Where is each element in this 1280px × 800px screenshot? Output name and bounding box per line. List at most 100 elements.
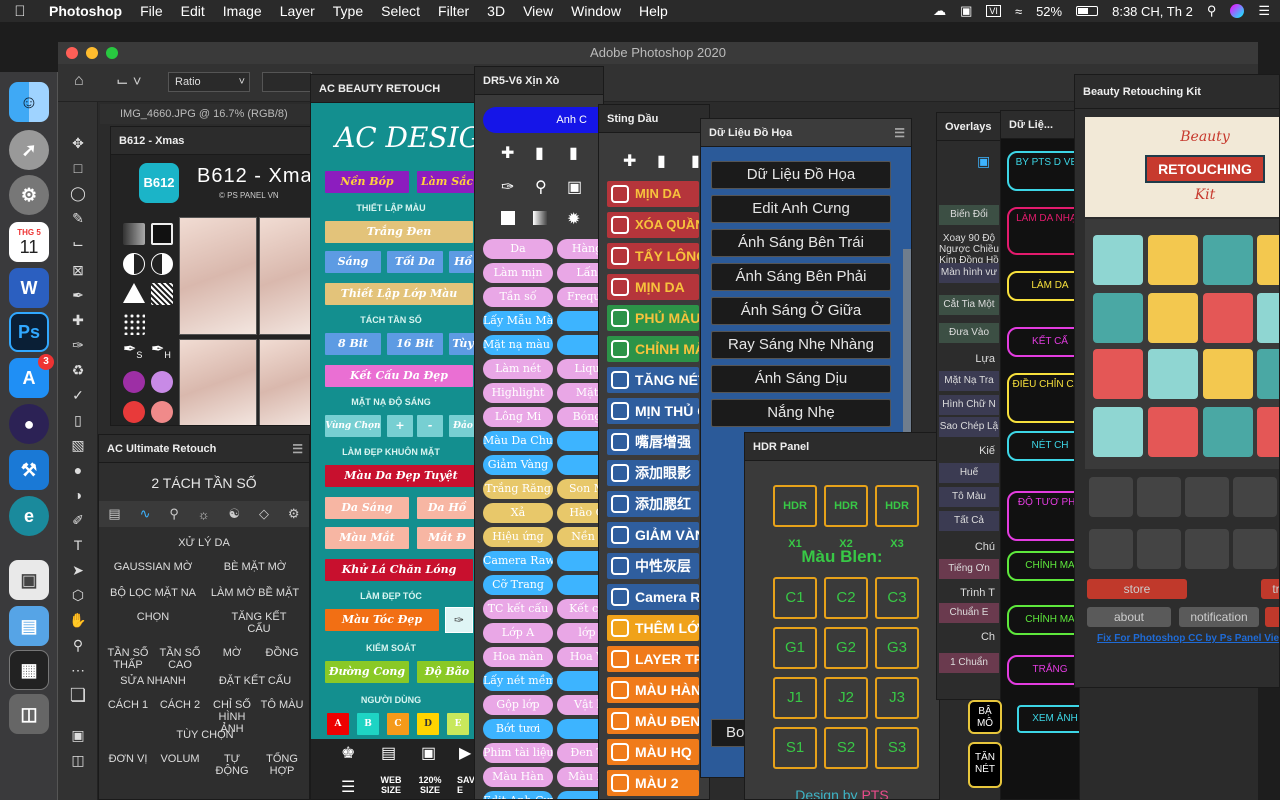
- menu-help[interactable]: Help: [630, 3, 677, 19]
- neon-button[interactable]: TRẮNG: [1007, 655, 1079, 685]
- size-120-button[interactable]: 120% SIZE: [415, 775, 445, 795]
- blend-button[interactable]: S2: [824, 727, 868, 769]
- marquee-tool-icon[interactable]: □: [66, 157, 90, 179]
- minus-button[interactable]: -: [417, 415, 443, 437]
- sting-row-button[interactable]: 嘴唇增强: [607, 429, 699, 455]
- blur-tool-icon[interactable]: ●: [66, 459, 90, 481]
- menu-file[interactable]: File: [131, 3, 172, 19]
- dulieu-button[interactable]: Edit Anh Cưng: [711, 195, 891, 223]
- neon-button[interactable]: NÉT CH: [1007, 431, 1079, 461]
- sting-row-button[interactable]: MỊN DA: [607, 274, 699, 300]
- bandage-2-icon[interactable]: ▮: [569, 143, 578, 163]
- edge-icon[interactable]: e: [9, 496, 49, 536]
- store-button[interactable]: store: [1087, 579, 1187, 599]
- dr5-left-pill[interactable]: Hiệu ứng: [483, 527, 553, 547]
- dr5-left-pill[interactable]: Gộp lớp: [483, 695, 553, 715]
- sync-button[interactable]: ĐỒNG: [257, 647, 307, 659]
- purple-swatch[interactable]: [123, 371, 145, 393]
- spray-icon[interactable]: [1257, 407, 1279, 457]
- dr5-right-pill[interactable]: [557, 671, 603, 691]
- overlay-button[interactable]: 1 Chuẩn: [939, 653, 999, 673]
- dr5-left-pill[interactable]: Màu Hàn: [483, 767, 553, 787]
- kit-bandage-icon[interactable]: [1137, 529, 1181, 569]
- dr5-left-pill[interactable]: Highlight: [483, 383, 553, 403]
- color-c-button[interactable]: C: [387, 713, 409, 735]
- hand-tool-icon[interactable]: ✋: [66, 609, 90, 631]
- color-swatches-icon[interactable]: ❏: [66, 684, 90, 706]
- web-size-button[interactable]: WEB SIZE: [377, 775, 405, 795]
- apple-menu-icon[interactable]: : [0, 3, 40, 20]
- blend-button[interactable]: J3: [875, 677, 919, 719]
- dr5-right-pill[interactable]: Son M: [557, 479, 603, 499]
- finder-icon[interactable]: ☺: [9, 82, 49, 122]
- shield-status-icon[interactable]: ▣: [960, 3, 972, 19]
- toi-da-button[interactable]: Tối Da: [387, 251, 443, 273]
- overlay-button[interactable]: Biến Đổi: [939, 205, 999, 225]
- 16-bit-button[interactable]: 16 Bit: [387, 333, 443, 355]
- compact-powder-icon[interactable]: [1093, 235, 1143, 285]
- dr5-left-pill[interactable]: Xả: [483, 503, 553, 523]
- dr5-right-pill[interactable]: [557, 719, 603, 739]
- dr5-left-pill[interactable]: Giảm Vàng: [483, 455, 553, 475]
- neon-button[interactable]: LÀM DA: [1007, 271, 1079, 301]
- dao-button[interactable]: Đảo: [449, 415, 475, 437]
- blend-button[interactable]: C1: [773, 577, 817, 619]
- preview-photo-1[interactable]: [179, 217, 257, 335]
- blur-button[interactable]: MỜ: [207, 647, 257, 659]
- cream-icon[interactable]: [1257, 293, 1279, 343]
- wifi-icon[interactable]: ≈: [1015, 4, 1022, 19]
- trang-den-button[interactable]: Trắng Đen: [325, 221, 473, 243]
- battery-icon[interactable]: [1076, 6, 1099, 16]
- dr5-right-pill[interactable]: [557, 575, 603, 595]
- blend-button[interactable]: S3: [875, 727, 919, 769]
- sting-row-button[interactable]: 添加眼影: [607, 460, 699, 486]
- colorize-button[interactable]: TÔ MÀU: [257, 699, 307, 711]
- ratio-select[interactable]: Ratio ˅: [168, 72, 250, 92]
- quick-select-tool-icon[interactable]: ✎: [66, 207, 90, 229]
- eyedropper-tool-icon[interactable]: ✒: [66, 284, 90, 306]
- dr5-left-pill[interactable]: Lấy Mẫu Màu: [483, 311, 553, 331]
- creative-cloud-icon[interactable]: ☁: [933, 3, 946, 19]
- spotlight-search-icon[interactable]: ⚲: [1207, 3, 1217, 19]
- more-tools-icon[interactable]: ⋯: [66, 659, 90, 681]
- nail-polish-add-icon[interactable]: [1093, 293, 1143, 343]
- kit-chip-icon[interactable]: [1233, 529, 1277, 569]
- mat-d-button[interactable]: Mắt Đ: [417, 527, 475, 549]
- blend-button[interactable]: S1: [773, 727, 817, 769]
- play-icon[interactable]: ▶: [459, 743, 471, 763]
- dr5-left-pill[interactable]: TC kết cấu: [483, 599, 553, 619]
- da-sang-button[interactable]: Da Sáng: [325, 497, 409, 519]
- dulieu-button[interactable]: Nắng Nhẹ: [711, 399, 891, 427]
- xcode-icon[interactable]: ⚒: [9, 450, 49, 490]
- bandage-2-icon[interactable]: ▮: [691, 151, 700, 171]
- sting-row-button[interactable]: MÀU HQ: [607, 739, 699, 765]
- foundation-icon[interactable]: [1203, 235, 1253, 285]
- brush-icon[interactable]: ✑: [445, 607, 473, 633]
- dr5-left-pill[interactable]: Lông Mi: [483, 407, 553, 427]
- dr5-left-pill[interactable]: Bớt tươi: [483, 719, 553, 739]
- overlay-button[interactable]: Cắt Tia Một: [939, 295, 999, 315]
- brush-h-icon[interactable]: ✒H: [151, 339, 173, 361]
- dr5-left-pill[interactable]: Hoa màn: [483, 647, 553, 667]
- dr5-right-pill[interactable]: Freque: [557, 287, 603, 307]
- mau-toc-dep-button[interactable]: Màu Tóc Đẹp: [325, 609, 439, 631]
- dr5-right-pill[interactable]: Bóng: [557, 407, 603, 427]
- path-select-tool-icon[interactable]: ➤: [66, 559, 90, 581]
- high-freq-button[interactable]: TẦN SỐ CAO: [155, 647, 205, 671]
- eclipse-icon[interactable]: ●: [9, 404, 49, 444]
- overlay-button[interactable]: Chuẩn E: [939, 603, 999, 623]
- overlay-button[interactable]: Tiếng Ơn: [939, 559, 999, 579]
- overlay-button[interactable]: Kiế: [939, 441, 999, 461]
- close-window-button[interactable]: [66, 47, 78, 59]
- dr5-left-pill[interactable]: Làm nét: [483, 359, 553, 379]
- color-a-button[interactable]: A: [327, 713, 349, 735]
- eye-icon[interactable]: [1093, 349, 1143, 399]
- history-brush-tool-icon[interactable]: ✓: [66, 384, 90, 406]
- dr5-right-pill[interactable]: Vật l: [557, 695, 603, 715]
- folder-icon[interactable]: ▤: [9, 606, 49, 646]
- surface-blur-button-2[interactable]: LÀM MỜ BỀ MẶT: [205, 587, 305, 599]
- dulieu-button[interactable]: Ánh Sáng Dịu: [711, 365, 891, 393]
- mask-filter-button[interactable]: BỘ LỌC MẶT NA: [103, 587, 203, 599]
- surface-blur-button[interactable]: BÈ MẶT MỜ: [205, 561, 305, 573]
- method-2-button[interactable]: CÁCH 2: [155, 699, 205, 711]
